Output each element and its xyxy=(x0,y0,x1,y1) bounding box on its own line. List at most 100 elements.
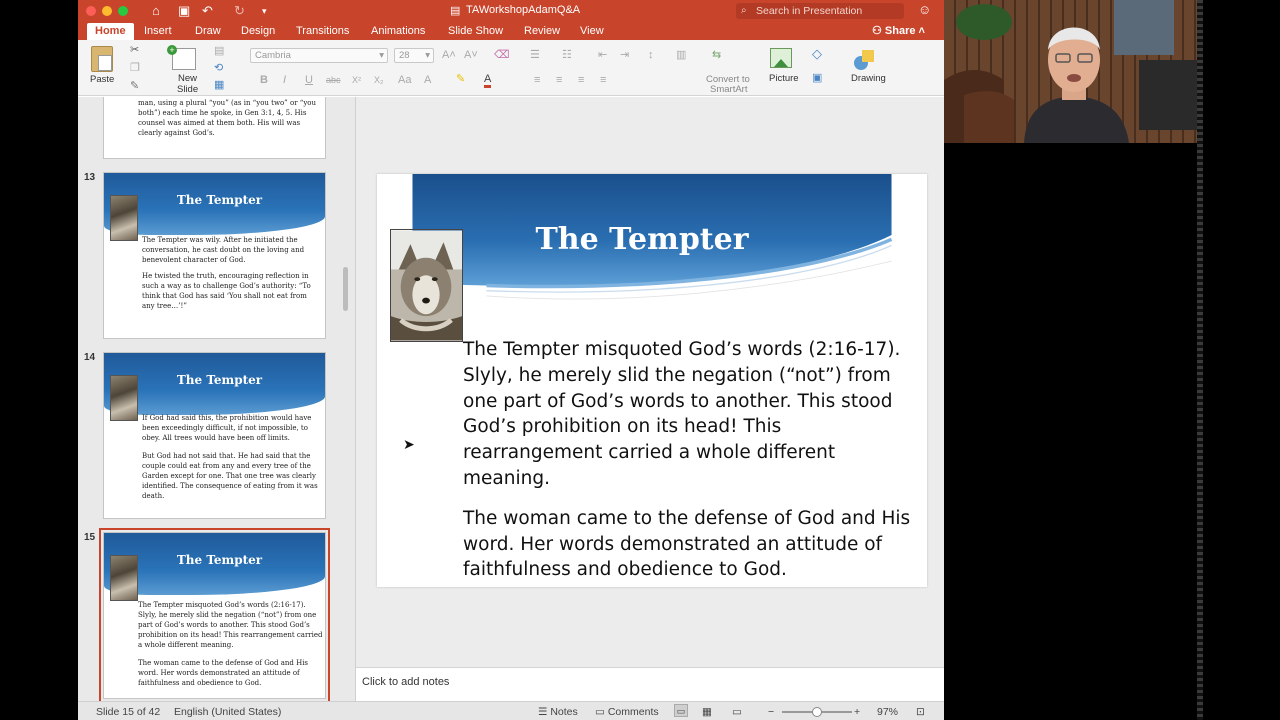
slide-thumbnail-14[interactable]: The Tempter If God had said this, the pr… xyxy=(103,352,326,519)
redo-icon[interactable]: ↻ xyxy=(234,3,245,19)
tab-animations[interactable]: Animations xyxy=(371,24,425,38)
current-slide[interactable]: The Tempter The Tempter misquoted God’s … xyxy=(377,174,927,587)
shapes-icon[interactable]: ◇ xyxy=(812,47,822,60)
thumbnail-14-p1: If God had said this, the prohibition wo… xyxy=(142,414,312,442)
zoom-out-button[interactable]: − xyxy=(768,706,774,718)
add-person-icon: ⚇ xyxy=(872,25,885,37)
slide-sorter-icon[interactable]: ▦ xyxy=(702,706,712,718)
numbering-icon[interactable]: ☷ xyxy=(562,49,572,61)
picture-icon[interactable] xyxy=(770,48,792,68)
font-color-icon[interactable]: A xyxy=(484,73,492,88)
reset-icon[interactable]: ⟲ xyxy=(214,62,223,74)
slide-thumbnail-15-selected[interactable]: The Tempter The Tempter misquoted God’s … xyxy=(99,528,330,701)
font-name-select[interactable]: Cambria ▾ xyxy=(250,48,388,63)
slide-thumbnail-12[interactable]: man, using a plural “you” (as in “you tw… xyxy=(103,97,326,159)
superscript-icon[interactable]: X² xyxy=(352,74,361,86)
grow-font-icon[interactable]: A˄ xyxy=(442,49,456,61)
wolf-image[interactable] xyxy=(390,229,463,342)
comment-icon: ▭ xyxy=(595,706,608,718)
comments-label: Comments xyxy=(607,706,659,718)
zoom-level[interactable]: 97% xyxy=(877,706,898,718)
chevron-down-icon: ▾ xyxy=(379,50,384,61)
save-icon[interactable]: ▣ xyxy=(178,3,190,19)
ribbon-tabs: Home Insert Draw Design Transitions Anim… xyxy=(78,22,944,42)
title-bar: ⌂ ▣ ↶ ↻ ▾ ▤ TAWorkshopAdamQ&A ⌕ Search i… xyxy=(78,0,944,22)
highlight-icon[interactable]: ✎ xyxy=(456,73,465,85)
home-icon[interactable]: ⌂ xyxy=(152,3,160,19)
feedback-smiley-icon[interactable]: ☺ xyxy=(918,2,931,17)
language-indicator[interactable]: English (United States) xyxy=(174,706,281,718)
slide-thumbnail-panel[interactable]: man, using a plural “you” (as in “you tw… xyxy=(78,97,356,701)
columns-icon[interactable]: ▥ xyxy=(676,49,686,61)
align-left-icon[interactable]: ≡ xyxy=(534,74,540,86)
slide-thumbnail-13[interactable]: The Tempter The Tempter was wily. After … xyxy=(103,172,326,339)
align-center-icon[interactable]: ≡ xyxy=(556,74,562,86)
new-slide-icon[interactable]: + xyxy=(167,45,196,70)
zoom-slider-handle[interactable] xyxy=(812,707,822,717)
tab-review[interactable]: Review xyxy=(524,24,560,38)
fit-to-window-icon[interactable]: ⊡ xyxy=(916,706,925,718)
tab-transitions[interactable]: Transitions xyxy=(296,24,349,38)
strikethrough-icon[interactable]: abc xyxy=(326,74,341,86)
subscript-icon[interactable]: X₂ xyxy=(374,74,384,86)
document-icon: ▤ xyxy=(450,5,461,17)
increase-indent-icon[interactable]: ⇥ xyxy=(620,49,629,61)
decrease-indent-icon[interactable]: ⇤ xyxy=(598,49,607,61)
slide-paragraph-2: The woman came to the defense of God and… xyxy=(463,507,911,581)
notes-placeholder: Click to add notes xyxy=(362,676,450,688)
change-case-icon[interactable]: Aa xyxy=(398,74,411,86)
notes-toggle[interactable]: ☰ Notes xyxy=(538,706,578,718)
tab-view[interactable]: View xyxy=(580,24,604,38)
align-right-icon[interactable]: ≡ xyxy=(578,74,584,86)
wolf-image xyxy=(110,555,138,601)
bullets-icon[interactable]: ☰ xyxy=(530,49,540,61)
customize-toolbar-icon[interactable]: ▾ xyxy=(262,3,267,19)
italic-icon[interactable]: I xyxy=(283,74,286,86)
font-size-select[interactable]: 28 ▾ xyxy=(394,48,434,63)
convert-smartart-label-2[interactable]: SmartArt xyxy=(710,85,747,95)
drawing-icon[interactable] xyxy=(852,48,876,70)
thumbnail-15-p2: The woman came to the defense of God and… xyxy=(138,659,309,687)
text-direction-icon[interactable]: ⇆ xyxy=(712,49,721,61)
normal-view-icon[interactable]: ▭ xyxy=(674,704,688,717)
paste-icon[interactable] xyxy=(91,46,113,72)
notes-icon: ☰ xyxy=(538,706,551,718)
thumbnail-scrollbar[interactable] xyxy=(343,267,348,311)
line-spacing-icon[interactable]: ↕ xyxy=(648,49,654,61)
tab-insert[interactable]: Insert xyxy=(144,24,172,38)
justify-icon[interactable]: ≡ xyxy=(600,74,606,86)
shrink-font-icon[interactable]: A˅ xyxy=(464,49,478,61)
zoom-in-button[interactable]: + xyxy=(854,706,860,718)
share-button[interactable]: ⚇ Share ˄ xyxy=(872,24,925,37)
bold-icon[interactable]: B xyxy=(260,74,268,86)
undo-icon[interactable]: ↶ xyxy=(202,3,213,19)
close-window-button[interactable] xyxy=(86,6,96,16)
font-effects-icon[interactable]: A xyxy=(424,74,431,86)
cut-icon[interactable]: ✂ xyxy=(130,44,139,56)
layout-icon[interactable]: ▤ xyxy=(214,45,224,57)
notes-pane[interactable]: Click to add notes xyxy=(356,667,944,701)
slide-editor[interactable]: The Tempter The Tempter misquoted God’s … xyxy=(356,97,944,667)
copy-icon[interactable]: ❐ xyxy=(130,62,140,74)
section-icon[interactable]: ▦ xyxy=(214,79,224,91)
tab-design[interactable]: Design xyxy=(241,24,275,38)
zoom-slider[interactable] xyxy=(782,707,852,717)
wolf-image xyxy=(110,375,138,421)
screen: { "window": { "doc_title": "TAWorkshopAd… xyxy=(0,0,1280,720)
minimize-window-button[interactable] xyxy=(102,6,112,16)
clear-formatting-icon[interactable]: ⌫ xyxy=(494,49,510,61)
format-painter-icon[interactable]: ✎ xyxy=(130,80,139,92)
tab-slide-show[interactable]: Slide Show xyxy=(448,24,503,38)
zoom-window-button[interactable] xyxy=(118,6,128,16)
underline-icon[interactable]: U xyxy=(305,74,313,86)
comments-toggle[interactable]: ▭ Comments xyxy=(595,706,659,718)
notes-label: Notes xyxy=(550,706,578,718)
reading-view-icon[interactable]: ▭ xyxy=(732,706,742,718)
slide-body-text[interactable]: The Tempter misquoted God’s words (2:16-… xyxy=(463,337,921,587)
tab-draw[interactable]: Draw xyxy=(195,24,221,38)
search-input[interactable]: ⌕ Search in Presentation xyxy=(736,3,904,19)
text-box-icon[interactable]: ▣ xyxy=(812,72,822,84)
slide-title[interactable]: The Tempter xyxy=(477,222,807,257)
thumbnail-15-p1: The Tempter misquoted God’s words (2:16-… xyxy=(138,601,323,649)
chevron-down-icon: ▾ xyxy=(425,50,430,61)
